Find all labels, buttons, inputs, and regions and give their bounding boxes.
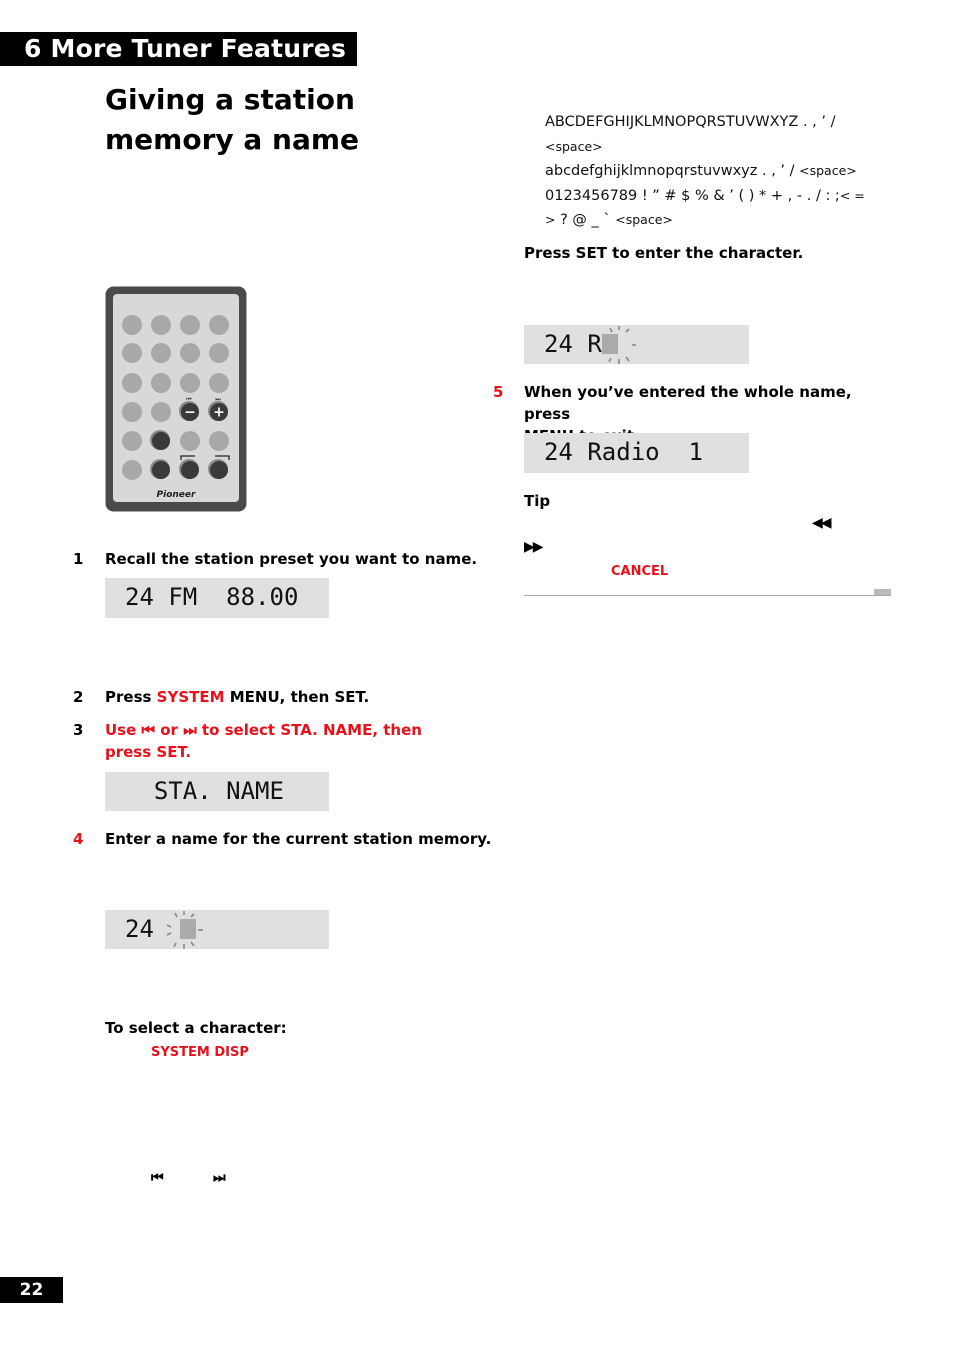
step-1-text: Recall the station preset you want to na… (105, 550, 478, 568)
minus-icon: − (184, 405, 196, 421)
step-2-number: 2 (73, 688, 84, 706)
remote-button (151, 343, 171, 363)
chapter-header: 6 More Tuner Features (0, 32, 357, 66)
remote-button (209, 315, 229, 335)
symbol-chars: 0123456789 ! ” # $ % & ’ ( ) * + , - . /… (545, 187, 840, 204)
step-3-part-b: or (155, 721, 184, 739)
step-3-part-c: to select STA. NAME, then (196, 721, 422, 739)
step-2-post: MENU, then SET. (224, 688, 370, 706)
remote-prev-mini-icon: ⏮ (186, 396, 192, 403)
remote-button (151, 373, 171, 393)
step-4-text: Enter a name for the current station mem… (105, 830, 492, 848)
lcd-display-final: 24 Radio 1 (524, 433, 749, 473)
step-4-number: 4 (73, 830, 84, 848)
fast-forward-icon: ▶▶ (524, 539, 543, 555)
press-set-instruction: Press SET to enter the character. (524, 244, 804, 262)
next-track-icon: ⏭ (213, 1170, 226, 1186)
charset-uppercase-space: <space> (545, 135, 890, 160)
charset-uppercase: ABCDEFGHIJKLMNOPQRSTUVWXYZ . , ’ / (545, 111, 890, 135)
cursor-blink-rays-icon (166, 911, 203, 949)
remote-button (181, 461, 199, 479)
step-3-line1: Use ⏮ or ⏭ to select STA. NAME, then (105, 719, 475, 741)
charset-lowercase: abcdefghijklmnopqrstuvwxyz . , ’ / <spac… (545, 159, 890, 184)
remote-button (180, 315, 200, 335)
remote-button (122, 343, 142, 363)
remote-button (122, 460, 142, 480)
cursor-blink-rays-icon (608, 326, 636, 364)
step-3-line2: press SET. (105, 743, 192, 761)
symbol-chars-end: < = (839, 187, 865, 203)
charset-symbols-2: > ? @ _ ` <space> (545, 208, 890, 233)
step-3-number: 3 (73, 721, 84, 739)
remote-button (152, 461, 170, 479)
select-character-heading: To select a character: (105, 1019, 287, 1037)
uppercase-chars: ABCDEFGHIJKLMNOPQRSTUVWXYZ . , ’ / (545, 114, 836, 130)
remote-button (122, 373, 142, 393)
step-3-part-a: Use (105, 721, 142, 739)
remote-button (209, 431, 229, 451)
remote-next-mini-icon: ⏭ (215, 396, 221, 403)
step-2-pre: Press (105, 688, 157, 706)
remote-button (209, 343, 229, 363)
lcd-text: 24 (125, 915, 169, 943)
divider-tab (874, 589, 891, 595)
prev-track-icon: ⏮ (141, 721, 156, 739)
space-token: <space> (545, 138, 603, 154)
charset-symbols-1: 0123456789 ! ” # $ % & ’ ( ) * + , - . /… (545, 184, 890, 209)
symbol-chars: ? @ _ ` (560, 212, 611, 228)
lcd-display-preset: 24 FM 88.00 (105, 578, 329, 618)
space-token: <space> (615, 212, 673, 227)
remote-button (122, 315, 142, 335)
remote-button (151, 315, 171, 335)
cancel-label: CANCEL (611, 564, 669, 579)
page-number: 22 (0, 1277, 63, 1303)
page-title: Giving a station memory a name (105, 83, 360, 156)
system-disp-label: SYSTEM DISP (151, 1045, 249, 1060)
remote-control-illustration: − + ⏮ ⏭ Pioneer (105, 286, 247, 512)
section-divider (524, 595, 891, 596)
remote-button (122, 402, 142, 422)
remote-button (210, 461, 228, 479)
lcd-text: 24 R (544, 330, 602, 358)
step-1-number: 1 (73, 550, 84, 568)
lcd-display-sta-name: STA. NAME (105, 772, 329, 811)
rewind-icon: ◀◀ (812, 515, 831, 531)
remote-button (151, 402, 171, 422)
remote-button (180, 431, 200, 451)
remote-button (209, 373, 229, 393)
remote-button (180, 343, 200, 363)
step-5-number: 5 (493, 383, 504, 401)
space-token: <space> (799, 163, 857, 178)
prev-track-icon: ⏮ (151, 1170, 164, 1186)
lcd-display-name-entry: 24 (105, 910, 329, 949)
character-set-list: ABCDEFGHIJKLMNOPQRSTUVWXYZ . , ’ / <spac… (545, 111, 890, 233)
system-highlight: SYSTEM (156, 688, 225, 706)
step-3-text: Use ⏮ or ⏭ to select STA. NAME, then pre… (105, 719, 475, 763)
remote-button (180, 373, 200, 393)
remote-button (122, 431, 142, 451)
step-5-line1: When you’ve entered the whole name, pres… (524, 383, 852, 423)
pioneer-logo: Pioneer (157, 490, 196, 500)
step-2-text: Press SYSTEM MENU, then SET. (105, 686, 369, 708)
tip-heading: Tip (524, 492, 551, 510)
symbol-chars-start: > (545, 212, 556, 227)
plus-icon: + (213, 405, 225, 421)
next-track-icon: ⏭ (183, 721, 197, 739)
remote-button (152, 432, 170, 450)
lowercase-chars: abcdefghijklmnopqrstuvwxyz . , ’ / (545, 163, 795, 179)
